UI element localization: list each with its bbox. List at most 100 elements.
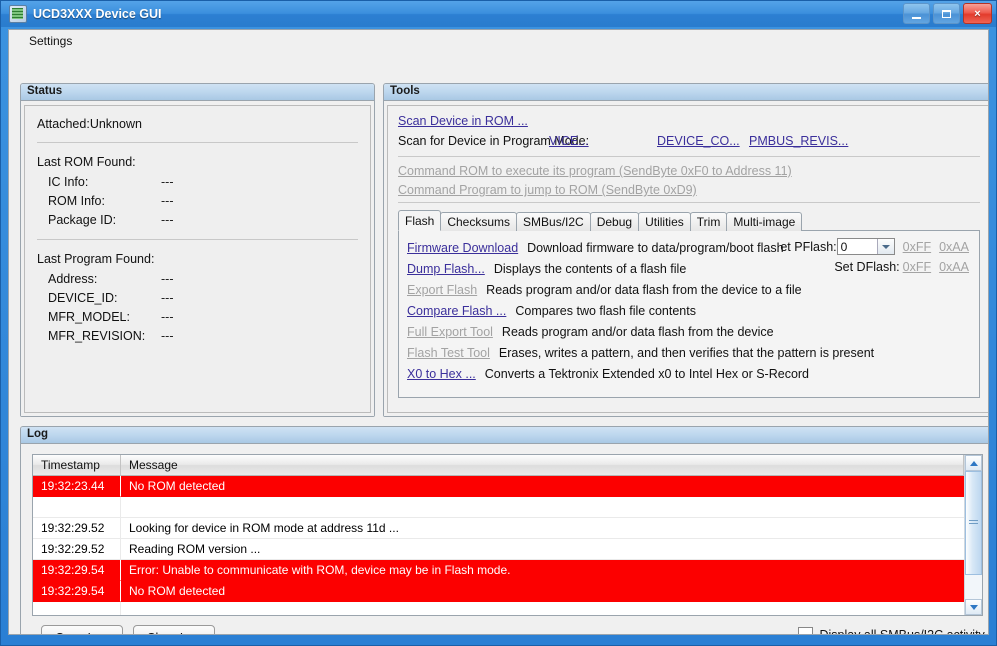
maximize-button[interactable] bbox=[933, 3, 960, 24]
package-id-label: Package ID: bbox=[48, 213, 117, 227]
table-row[interactable]: 19:32:29.52 Looking for device in ROM mo… bbox=[33, 518, 964, 539]
status-row: DEVICE_ID: --- bbox=[37, 289, 358, 308]
firmware-download-link[interactable]: Firmware Download bbox=[407, 241, 518, 255]
device-id-value: --- bbox=[161, 291, 174, 305]
close-button[interactable]: × bbox=[963, 3, 992, 24]
tab-smbus-i2c[interactable]: SMBus/I2C bbox=[516, 212, 591, 231]
full-export-tool-link[interactable]: Full Export Tool bbox=[407, 325, 493, 339]
command-rom-execute-link[interactable]: Command ROM to execute its program (Send… bbox=[398, 164, 792, 178]
export-flash-row: Export Flash Reads program and/or data f… bbox=[407, 279, 971, 300]
log-table-content: Timestamp Message 19:32:23.44 No ROM det… bbox=[33, 455, 964, 615]
x0-to-hex-link[interactable]: X0 to Hex ... bbox=[407, 367, 476, 381]
table-row[interactable]: 19:32:23.44 No ROM detected bbox=[33, 476, 964, 497]
menu-item-settings[interactable]: Settings bbox=[21, 32, 80, 50]
status-content: Attached:Unknown Last ROM Found: IC Info… bbox=[24, 105, 371, 413]
table-row[interactable] bbox=[33, 497, 964, 518]
copy-log-button[interactable]: Copy Log bbox=[41, 625, 123, 634]
pflash-combo[interactable]: 0 bbox=[836, 238, 895, 255]
dump-flash-link[interactable]: Dump Flash... bbox=[407, 262, 485, 276]
export-flash-link[interactable]: Export Flash bbox=[407, 283, 477, 297]
address-label: Address: bbox=[48, 272, 98, 286]
command-program-jump-link[interactable]: Command Program to jump to ROM (SendByte… bbox=[398, 183, 697, 197]
rom-info-value: --- bbox=[161, 194, 174, 208]
row-timestamp: 19:32:29.54 bbox=[33, 581, 121, 602]
tab-trim[interactable]: Trim bbox=[689, 212, 728, 231]
status-divider-2 bbox=[37, 239, 358, 240]
tab-checksums[interactable]: Checksums bbox=[440, 212, 518, 231]
row-timestamp: 19:32:29.52 bbox=[33, 518, 121, 539]
dflash-0xff-link[interactable]: 0xFF bbox=[903, 260, 931, 274]
command-program-row: Command Program to jump to ROM (SendByte… bbox=[398, 183, 980, 197]
status-row: ROM Info: --- bbox=[37, 192, 358, 211]
display-smbus-activity-checkbox-row[interactable]: Display all SMBus/I2C activity in bbox=[798, 627, 988, 634]
ic-info-label: IC Info: bbox=[48, 175, 89, 189]
device-co-link[interactable]: DEVICE_CO... bbox=[657, 134, 740, 148]
maximize-icon bbox=[942, 9, 951, 18]
display-smbus-activity-checkbox[interactable] bbox=[798, 627, 814, 634]
tools-content: Scan Device in ROM ... Scan for Device i… bbox=[387, 105, 988, 413]
log-panel-header: Log bbox=[21, 427, 988, 444]
full-export-tool-row: Full Export Tool Reads program and/or da… bbox=[407, 321, 971, 342]
row-message: Error: Unable to communicate with ROM, d… bbox=[121, 560, 964, 581]
rom-info-label: ROM Info: bbox=[48, 194, 105, 208]
flash-test-tool-row: Flash Test Tool Erases, writes a pattern… bbox=[407, 342, 971, 363]
clear-log-button[interactable]: Clear Log bbox=[132, 625, 215, 634]
log-vertical-scrollbar[interactable] bbox=[964, 455, 982, 615]
table-row[interactable]: 19:32:29.54 Error: Unable to communicate… bbox=[33, 560, 964, 581]
scroll-down-button[interactable] bbox=[965, 599, 982, 615]
pmbus-revis-link[interactable]: PMBUS_REVIS... bbox=[749, 134, 848, 148]
scroll-up-button[interactable] bbox=[965, 455, 982, 471]
status-panel-body: Attached:Unknown Last ROM Found: IC Info… bbox=[21, 102, 374, 416]
scan-device-in-rom-link[interactable]: Scan Device in ROM ... bbox=[398, 114, 528, 128]
compare-flash-row: Compare Flash ... Compares two flash fil… bbox=[407, 300, 971, 321]
tab-page-flash: Firmware Download Download firmware to d… bbox=[398, 230, 980, 398]
scrollbar-grip-icon bbox=[969, 520, 978, 526]
dflash-0xaa-link[interactable]: 0xAA bbox=[939, 260, 969, 274]
tab-multi-image[interactable]: Multi-image bbox=[726, 212, 803, 231]
firmware-download-description: Download firmware to data/program/boot f… bbox=[527, 240, 784, 255]
minimize-button[interactable] bbox=[903, 3, 930, 24]
full-export-tool-description: Reads program and/or data flash from the… bbox=[501, 324, 774, 339]
pflash-controls: et PFlash: 0 0xFF 0xAA bbox=[780, 238, 969, 255]
flash-test-tool-description: Erases, writes a pattern, and then verif… bbox=[498, 345, 875, 360]
attached-status: Attached:Unknown bbox=[37, 117, 142, 131]
tab-utilities[interactable]: Utilities bbox=[638, 212, 691, 231]
log-actions: Copy Log Clear Log bbox=[41, 625, 215, 634]
mfr-revision-label: MFR_REVISION: bbox=[48, 329, 146, 343]
row-message bbox=[121, 497, 964, 518]
chevron-down-icon[interactable] bbox=[876, 239, 894, 254]
status-row: MFR_REVISION: --- bbox=[37, 327, 358, 346]
x0-to-hex-description: Converts a Tektronix Extended x0 to Inte… bbox=[484, 366, 810, 381]
scrollbar-thumb[interactable] bbox=[965, 471, 982, 575]
tab-debug[interactable]: Debug bbox=[589, 212, 640, 231]
table-row[interactable] bbox=[33, 602, 964, 615]
chevron-down-icon bbox=[969, 604, 978, 610]
status-row: Address: --- bbox=[37, 270, 358, 289]
row-timestamp: 19:32:29.52 bbox=[33, 539, 121, 560]
column-header-timestamp[interactable]: Timestamp bbox=[33, 455, 121, 476]
tab-flash[interactable]: Flash bbox=[398, 210, 442, 231]
window-title: UCD3XXX Device GUI bbox=[33, 7, 162, 21]
x0-to-hex-row: X0 to Hex ... Converts a Tektronix Exten… bbox=[407, 363, 971, 384]
table-row[interactable]: 19:32:29.54 No ROM detected bbox=[33, 581, 964, 602]
scan-rom-row: Scan Device in ROM ... bbox=[398, 114, 980, 128]
pflash-0xff-link[interactable]: 0xFF bbox=[903, 240, 931, 254]
window-client-area: Settings Status Attached:Unknown Last RO… bbox=[8, 29, 989, 635]
row-timestamp: 19:32:23.44 bbox=[33, 476, 121, 497]
compare-flash-link[interactable]: Compare Flash ... bbox=[407, 304, 506, 318]
tab-strip: Flash Checksums SMBus/I2C Debug Utilitie… bbox=[398, 210, 980, 231]
row-message: No ROM detected bbox=[121, 581, 964, 602]
app-icon bbox=[9, 5, 27, 23]
pflash-0xaa-link[interactable]: 0xAA bbox=[939, 240, 969, 254]
menu-bar: Settings bbox=[9, 30, 988, 51]
column-header-message[interactable]: Message bbox=[121, 455, 964, 476]
table-row[interactable]: 19:32:29.52 Reading ROM version ... bbox=[33, 539, 964, 560]
mfr-revision-value: --- bbox=[161, 329, 174, 343]
log-panel: Log Timestamp Message 19:32:23.44 No ROM… bbox=[20, 426, 988, 634]
flash-test-tool-link[interactable]: Flash Test Tool bbox=[407, 346, 490, 360]
device-link[interactable]: VICE... bbox=[549, 134, 589, 148]
log-table: Timestamp Message 19:32:23.44 No ROM det… bbox=[32, 454, 983, 616]
chevron-up-icon bbox=[969, 460, 978, 466]
status-divider-1 bbox=[37, 142, 358, 143]
row-timestamp bbox=[33, 602, 121, 615]
